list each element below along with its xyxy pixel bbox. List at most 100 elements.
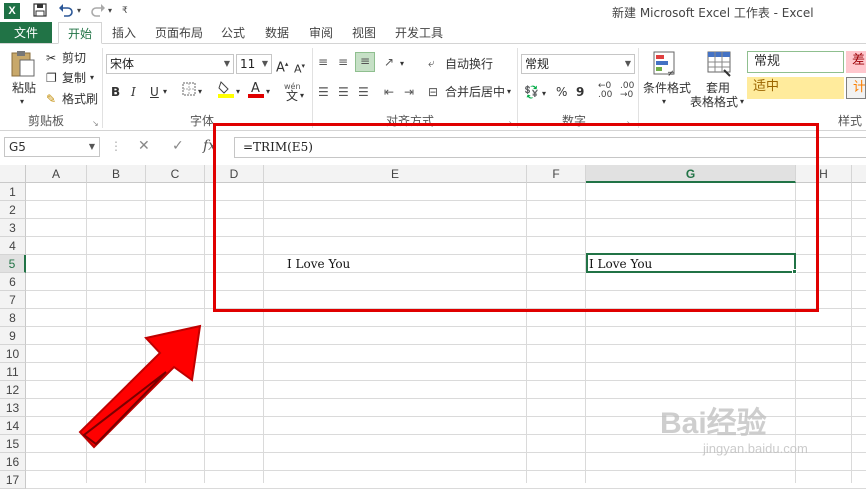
- redo-dropdown-icon[interactable]: ▾: [108, 3, 112, 19]
- align-bottom-icon[interactable]: ≡: [355, 52, 375, 72]
- conditional-format-button[interactable]: 条件格式: [643, 80, 691, 96]
- font-color-icon[interactable]: A: [248, 80, 264, 102]
- row-header-17[interactable]: 17: [0, 471, 26, 489]
- customize-toolbar-icon[interactable]: ₹: [122, 3, 128, 19]
- tab-developer[interactable]: 开发工具: [390, 22, 448, 44]
- divider: [517, 48, 518, 128]
- paste-dropdown-icon[interactable]: ▾: [20, 94, 24, 110]
- decrease-decimal-icon[interactable]: .00 →0: [620, 82, 634, 100]
- shrink-font-button[interactable]: A▾: [294, 58, 305, 78]
- tab-data[interactable]: 数据: [258, 22, 296, 44]
- align-right-icon[interactable]: ☰: [358, 84, 369, 100]
- copy-button[interactable]: 复制: [62, 70, 86, 86]
- currency-dropdown-icon[interactable]: ▾: [542, 86, 546, 102]
- row-header-2[interactable]: 2: [0, 201, 26, 219]
- tab-review[interactable]: 审阅: [302, 22, 340, 44]
- format-painter-button[interactable]: 格式刷: [62, 91, 98, 107]
- format-as-table-icon[interactable]: [706, 50, 732, 81]
- comma-button[interactable]: 9: [576, 84, 584, 100]
- increase-decimal-icon[interactable]: ←0.00: [598, 82, 612, 100]
- conditional-format-icon[interactable]: ≠: [652, 50, 678, 81]
- column-header-b[interactable]: B: [87, 165, 146, 183]
- row-header-5[interactable]: 5: [0, 255, 26, 273]
- undo-icon[interactable]: [58, 3, 74, 21]
- row-header-11[interactable]: 11: [0, 363, 26, 381]
- row-header-16[interactable]: 16: [0, 453, 26, 471]
- style-bad[interactable]: 差: [846, 51, 866, 73]
- border-dropdown-icon[interactable]: ▾: [198, 84, 202, 100]
- row-header-3[interactable]: 3: [0, 219, 26, 237]
- name-box[interactable]: G5 ▼: [4, 137, 100, 157]
- row-header-13[interactable]: 13: [0, 399, 26, 417]
- align-left-icon[interactable]: ☰: [318, 84, 329, 100]
- row-header-4[interactable]: 4: [0, 237, 26, 255]
- increase-indent-icon[interactable]: ⇥: [404, 84, 414, 100]
- tab-page-layout[interactable]: 页面布局: [148, 22, 210, 44]
- tab-home[interactable]: 开始: [58, 22, 102, 44]
- number-format-dropdown[interactable]: 常规 ▼: [521, 54, 635, 74]
- row-header-10[interactable]: 10: [0, 345, 26, 363]
- conditional-format-dropdown-icon[interactable]: ▾: [662, 94, 666, 110]
- fill-color-icon[interactable]: [218, 80, 234, 102]
- paste-icon[interactable]: [10, 50, 36, 81]
- copy-dropdown-icon[interactable]: ▾: [90, 70, 94, 86]
- fill-color-dropdown-icon[interactable]: ▾: [236, 84, 240, 100]
- cut-button[interactable]: 剪切: [62, 50, 86, 66]
- align-top-icon[interactable]: ≡: [318, 54, 328, 70]
- decrease-indent-icon[interactable]: ⇤: [384, 84, 394, 100]
- orientation-icon[interactable]: ↗: [384, 54, 394, 70]
- cancel-icon[interactable]: ✕: [138, 138, 150, 154]
- currency-icon[interactable]: 💱: [524, 84, 539, 100]
- column-header-i[interactable]: [852, 165, 866, 183]
- align-center-icon[interactable]: ☰: [338, 84, 349, 100]
- style-neutral[interactable]: 适中: [747, 77, 844, 99]
- align-middle-icon[interactable]: ≡: [338, 54, 348, 70]
- cut-icon[interactable]: ✂: [46, 50, 56, 66]
- clipboard-launcher-icon[interactable]: ↘: [92, 116, 99, 132]
- font-color-dropdown-icon[interactable]: ▾: [266, 84, 270, 100]
- row-header-6[interactable]: 6: [0, 273, 26, 291]
- orientation-dropdown-icon[interactable]: ▾: [400, 56, 404, 72]
- undo-dropdown-icon[interactable]: ▾: [77, 3, 81, 19]
- border-icon[interactable]: [182, 82, 196, 100]
- merge-center-button[interactable]: 合并后居中: [445, 84, 505, 100]
- format-painter-icon[interactable]: ✎: [46, 91, 56, 107]
- format-as-table-dropdown-icon[interactable]: ▾: [740, 94, 744, 110]
- italic-button[interactable]: I: [131, 84, 136, 100]
- percent-button[interactable]: %: [556, 84, 567, 100]
- bold-button[interactable]: B: [111, 84, 120, 100]
- underline-button[interactable]: U: [150, 84, 159, 100]
- row-header-7[interactable]: 7: [0, 291, 26, 309]
- select-all-button[interactable]: [0, 165, 26, 183]
- column-header-a[interactable]: A: [26, 165, 87, 183]
- row-header-1[interactable]: 1: [0, 183, 26, 201]
- tab-insert[interactable]: 插入: [104, 22, 144, 44]
- style-normal[interactable]: 常规: [747, 51, 844, 73]
- phonetic-dropdown-icon[interactable]: ▾: [300, 88, 304, 104]
- row-header-8[interactable]: 8: [0, 309, 26, 327]
- font-name-value: 宋体: [110, 57, 135, 71]
- style-calculation[interactable]: 计: [846, 77, 866, 99]
- redo-icon[interactable]: [90, 3, 106, 21]
- merge-dropdown-icon[interactable]: ▾: [507, 84, 511, 100]
- enter-icon[interactable]: ✓: [172, 138, 184, 154]
- save-icon[interactable]: [33, 3, 47, 21]
- row-header-14[interactable]: 14: [0, 417, 26, 435]
- tab-view[interactable]: 视图: [345, 22, 383, 44]
- more-options-icon[interactable]: ⋮: [110, 139, 122, 153]
- copy-icon[interactable]: ❐: [46, 70, 57, 86]
- font-name-dropdown[interactable]: 宋体 ▼: [106, 54, 234, 74]
- grow-font-button[interactable]: A▴: [276, 56, 288, 76]
- tab-file[interactable]: 文件: [0, 22, 52, 44]
- underline-dropdown-icon[interactable]: ▾: [163, 84, 167, 100]
- wrap-text-button[interactable]: 自动换行: [445, 56, 493, 72]
- row-header-12[interactable]: 12: [0, 381, 26, 399]
- tab-formulas[interactable]: 公式: [214, 22, 252, 44]
- row-header-9[interactable]: 9: [0, 327, 26, 345]
- font-size-dropdown[interactable]: 11 ▼: [236, 54, 272, 74]
- format-as-table-button[interactable]: 表格格式: [690, 94, 738, 110]
- column-header-c[interactable]: C: [146, 165, 205, 183]
- divider: [102, 48, 103, 128]
- phonetic-guide-button[interactable]: 文: [286, 88, 298, 104]
- row-header-15[interactable]: 15: [0, 435, 26, 453]
